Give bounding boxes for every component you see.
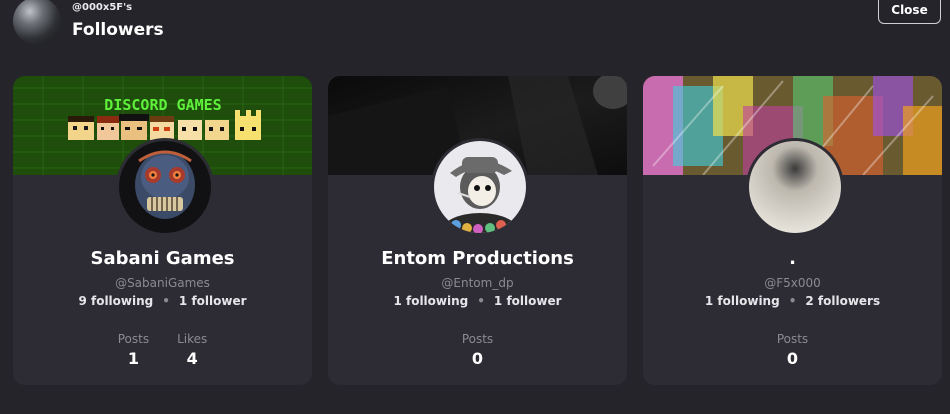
followers-count[interactable]: 2 followers (805, 294, 880, 308)
user-name[interactable]: . (643, 248, 942, 269)
header: @000x5F's Followers Close (0, 0, 950, 60)
user-avatar[interactable] (115, 138, 214, 236)
follower-card[interactable]: DISCORD GAMES Sabani Games @SabaniGames … (13, 76, 312, 385)
user-avatar[interactable] (430, 138, 529, 236)
followers-count[interactable]: 1 follower (494, 294, 562, 308)
followers-count[interactable]: 1 follower (179, 294, 247, 308)
banner-text: DISCORD GAMES (104, 96, 221, 114)
following-count[interactable]: 1 following (393, 294, 468, 308)
user-name[interactable]: Sabani Games (13, 248, 312, 269)
stat-posts: Posts 0 (462, 332, 493, 368)
stat-posts: Posts 0 (777, 332, 808, 368)
separator-dot: • (788, 294, 797, 308)
stat-value: 1 (127, 349, 139, 368)
user-handle: @F5x000 (764, 276, 821, 290)
page-title: Followers (72, 20, 164, 40)
stat-label: Posts (776, 332, 809, 346)
follower-card[interactable]: . @F5x000 1 following • 2 followers Posts … (643, 76, 942, 385)
stat-label: Posts (461, 332, 494, 346)
stat-value: 0 (786, 349, 799, 368)
follower-card[interactable]: Entom Productions @Entom_dp 1 following •… (328, 76, 627, 385)
close-button[interactable]: Close (878, 0, 941, 24)
user-avatar[interactable] (745, 138, 844, 236)
stat-likes: Likes 4 (177, 332, 207, 368)
owner-handle: @000x5F's (72, 2, 133, 13)
user-handle: @SabaniGames (115, 276, 210, 290)
user-stats: Posts 1 Likes 4 (13, 332, 312, 368)
follow-counts: 1 following • 1 follower (328, 294, 627, 308)
stat-value: 4 (186, 349, 198, 368)
user-stats: Posts 0 (643, 332, 942, 368)
following-count[interactable]: 1 following (705, 294, 780, 308)
following-count[interactable]: 9 following (78, 294, 153, 308)
follow-counts: 1 following • 2 followers (643, 294, 942, 308)
stat-value: 0 (471, 349, 484, 368)
separator-dot: • (162, 294, 170, 308)
separator-dot: • (477, 294, 485, 308)
stat-label: Posts (117, 332, 150, 346)
stat-posts: Posts 1 (118, 332, 149, 368)
owner-avatar[interactable] (13, 0, 61, 45)
follow-counts: 9 following • 1 follower (13, 294, 312, 308)
user-handle: @Entom_dp (441, 276, 514, 290)
user-name[interactable]: Entom Productions (328, 248, 627, 269)
user-stats: Posts 0 (328, 332, 627, 368)
stat-label: Likes (177, 332, 208, 346)
